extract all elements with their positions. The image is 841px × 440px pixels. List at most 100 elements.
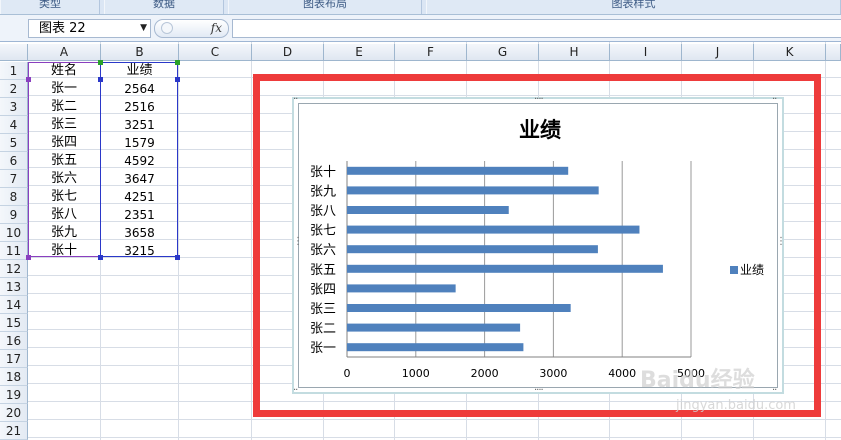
bar[interactable] xyxy=(347,206,509,214)
column-header-e[interactable]: E xyxy=(324,44,395,61)
row-header[interactable]: 15 xyxy=(0,314,28,332)
category-label: 张九 xyxy=(310,184,336,199)
legend-label[interactable]: 业绩 xyxy=(740,263,764,277)
chart-resize-handle-corner[interactable]: ·· xyxy=(293,95,298,105)
row-header[interactable]: 16 xyxy=(0,332,28,350)
watermark-url: jingyan.baidu.com xyxy=(676,398,796,413)
legend-swatch[interactable] xyxy=(730,266,738,274)
bar[interactable] xyxy=(347,264,663,273)
ribbon-group-type[interactable]: 类型 xyxy=(0,0,100,14)
bar[interactable] xyxy=(347,284,456,293)
cell-score[interactable]: 1579 xyxy=(101,134,178,152)
row-header[interactable]: 11 xyxy=(0,242,28,260)
category-label: 张六 xyxy=(310,243,336,258)
row-header[interactable]: 10 xyxy=(0,224,28,242)
category-label: 张二 xyxy=(310,322,336,337)
row-header[interactable]: 5 xyxy=(0,134,28,152)
cell-header-score[interactable]: 业绩 xyxy=(101,62,178,80)
row-header[interactable]: 17 xyxy=(0,350,28,368)
range-handle[interactable] xyxy=(175,60,180,65)
x-tick-label: 4000 xyxy=(608,367,636,380)
cell-score[interactable]: 2516 xyxy=(101,98,178,116)
category-label: 张一 xyxy=(310,341,336,356)
formula-input[interactable] xyxy=(232,19,841,38)
column-header-j[interactable]: J xyxy=(682,44,754,61)
bar[interactable] xyxy=(347,323,521,332)
column-header-g[interactable]: G xyxy=(467,44,539,61)
x-tick-label: 3000 xyxy=(539,367,567,380)
cell-score[interactable]: 3215 xyxy=(101,242,178,260)
column-header-h[interactable]: H xyxy=(539,44,610,61)
chart-resize-handle-bottom[interactable]: ···· xyxy=(534,386,544,396)
ribbon-group-data[interactable]: 数据 xyxy=(104,0,224,14)
row-header[interactable]: 12 xyxy=(0,260,28,278)
bar[interactable] xyxy=(347,304,571,312)
row-header[interactable]: 3 xyxy=(0,98,28,116)
row-header[interactable]: 6 xyxy=(0,152,28,170)
chart-category-labels: 张一 张二 张三 张四 张五 张六 张七 张八 张九 张十 xyxy=(310,165,336,356)
bar[interactable] xyxy=(347,343,524,352)
chart-title[interactable]: 业绩 xyxy=(519,118,561,142)
ribbon-group-chart-styles[interactable]: 图表样式 xyxy=(426,0,841,14)
cancel-formula-icon[interactable] xyxy=(161,22,173,34)
insert-function-icon[interactable]: fx xyxy=(211,20,222,37)
bar-chart[interactable]: 业绩 张一 张二 张三 张四 张五 张六 张七 张八 张九 张十 0 1000 2000 3000 400… xyxy=(294,99,782,392)
chart-resize-handle-corner[interactable]: ·· xyxy=(293,386,298,396)
cell-score[interactable]: 3251 xyxy=(101,116,178,134)
chart-bars xyxy=(347,166,663,352)
row-header[interactable]: 21 xyxy=(0,422,28,440)
bar[interactable] xyxy=(347,225,640,234)
row-header[interactable]: 20 xyxy=(0,404,28,422)
column-header-b[interactable]: B xyxy=(101,44,179,61)
column-header-k[interactable]: K xyxy=(754,44,826,61)
range-handle[interactable] xyxy=(175,77,180,82)
column-header-i[interactable]: I xyxy=(610,44,682,61)
cell-score[interactable]: 3658 xyxy=(101,224,178,242)
row-header[interactable]: 8 xyxy=(0,188,28,206)
chart-resize-handle-left[interactable]: ⋮ xyxy=(293,237,303,247)
bar[interactable] xyxy=(347,166,569,175)
range-handle[interactable] xyxy=(98,255,103,260)
row-header[interactable]: 4 xyxy=(0,116,28,134)
range-handle[interactable] xyxy=(26,77,31,82)
row-header[interactable]: 18 xyxy=(0,368,28,386)
x-tick-label: 0 xyxy=(344,367,351,380)
cell-score[interactable]: 4251 xyxy=(101,188,178,206)
column-header-a[interactable]: A xyxy=(28,44,101,61)
bar[interactable] xyxy=(347,245,598,254)
name-box-value: 图表 22 xyxy=(39,21,86,36)
range-handle[interactable] xyxy=(98,77,103,82)
name-box[interactable]: 图表 22 ▼ xyxy=(28,19,151,38)
chart-resize-handle-corner[interactable]: ·· xyxy=(772,95,777,105)
bar[interactable] xyxy=(347,186,599,195)
column-header-f[interactable]: F xyxy=(395,44,467,61)
chart-resize-handle-corner[interactable]: ·· xyxy=(772,386,777,396)
row-header[interactable]: 13 xyxy=(0,278,28,296)
chevron-down-icon[interactable]: ▼ xyxy=(140,20,147,37)
cell-score[interactable]: 2564 xyxy=(101,80,178,98)
ribbon-group-bar: 类型 数据 图表布局 图表样式 xyxy=(0,0,841,15)
cell-score[interactable]: 4592 xyxy=(101,152,178,170)
column-header-d[interactable]: D xyxy=(252,44,324,61)
range-handle[interactable] xyxy=(98,60,103,65)
chart-object[interactable]: 业绩 张一 张二 张三 张四 张五 张六 张七 张八 张九 张十 0 1000 2000 3000 400… xyxy=(292,95,786,396)
range-handle[interactable] xyxy=(175,255,180,260)
chart-resize-handle-right[interactable]: ⋮ xyxy=(776,237,786,247)
row-header[interactable]: 7 xyxy=(0,170,28,188)
range-handle[interactable] xyxy=(26,255,31,260)
row-header[interactable]: 19 xyxy=(0,386,28,404)
cell-score[interactable]: 2351 xyxy=(101,206,178,224)
row-header[interactable]: 1 xyxy=(0,62,28,80)
cell-score[interactable]: 3647 xyxy=(101,170,178,188)
column-header-overflow xyxy=(826,44,841,61)
chart-resize-handle-top[interactable]: ···· xyxy=(534,95,544,105)
row-header[interactable]: 2 xyxy=(0,80,28,98)
category-label: 张四 xyxy=(310,282,336,297)
category-label: 张十 xyxy=(310,165,336,180)
row-header[interactable]: 14 xyxy=(0,296,28,314)
category-label: 张七 xyxy=(310,224,336,239)
select-all-corner[interactable] xyxy=(0,44,28,61)
row-header[interactable]: 9 xyxy=(0,206,28,224)
column-header-c[interactable]: C xyxy=(179,44,252,61)
ribbon-group-chart-layout[interactable]: 图表布局 xyxy=(228,0,422,14)
